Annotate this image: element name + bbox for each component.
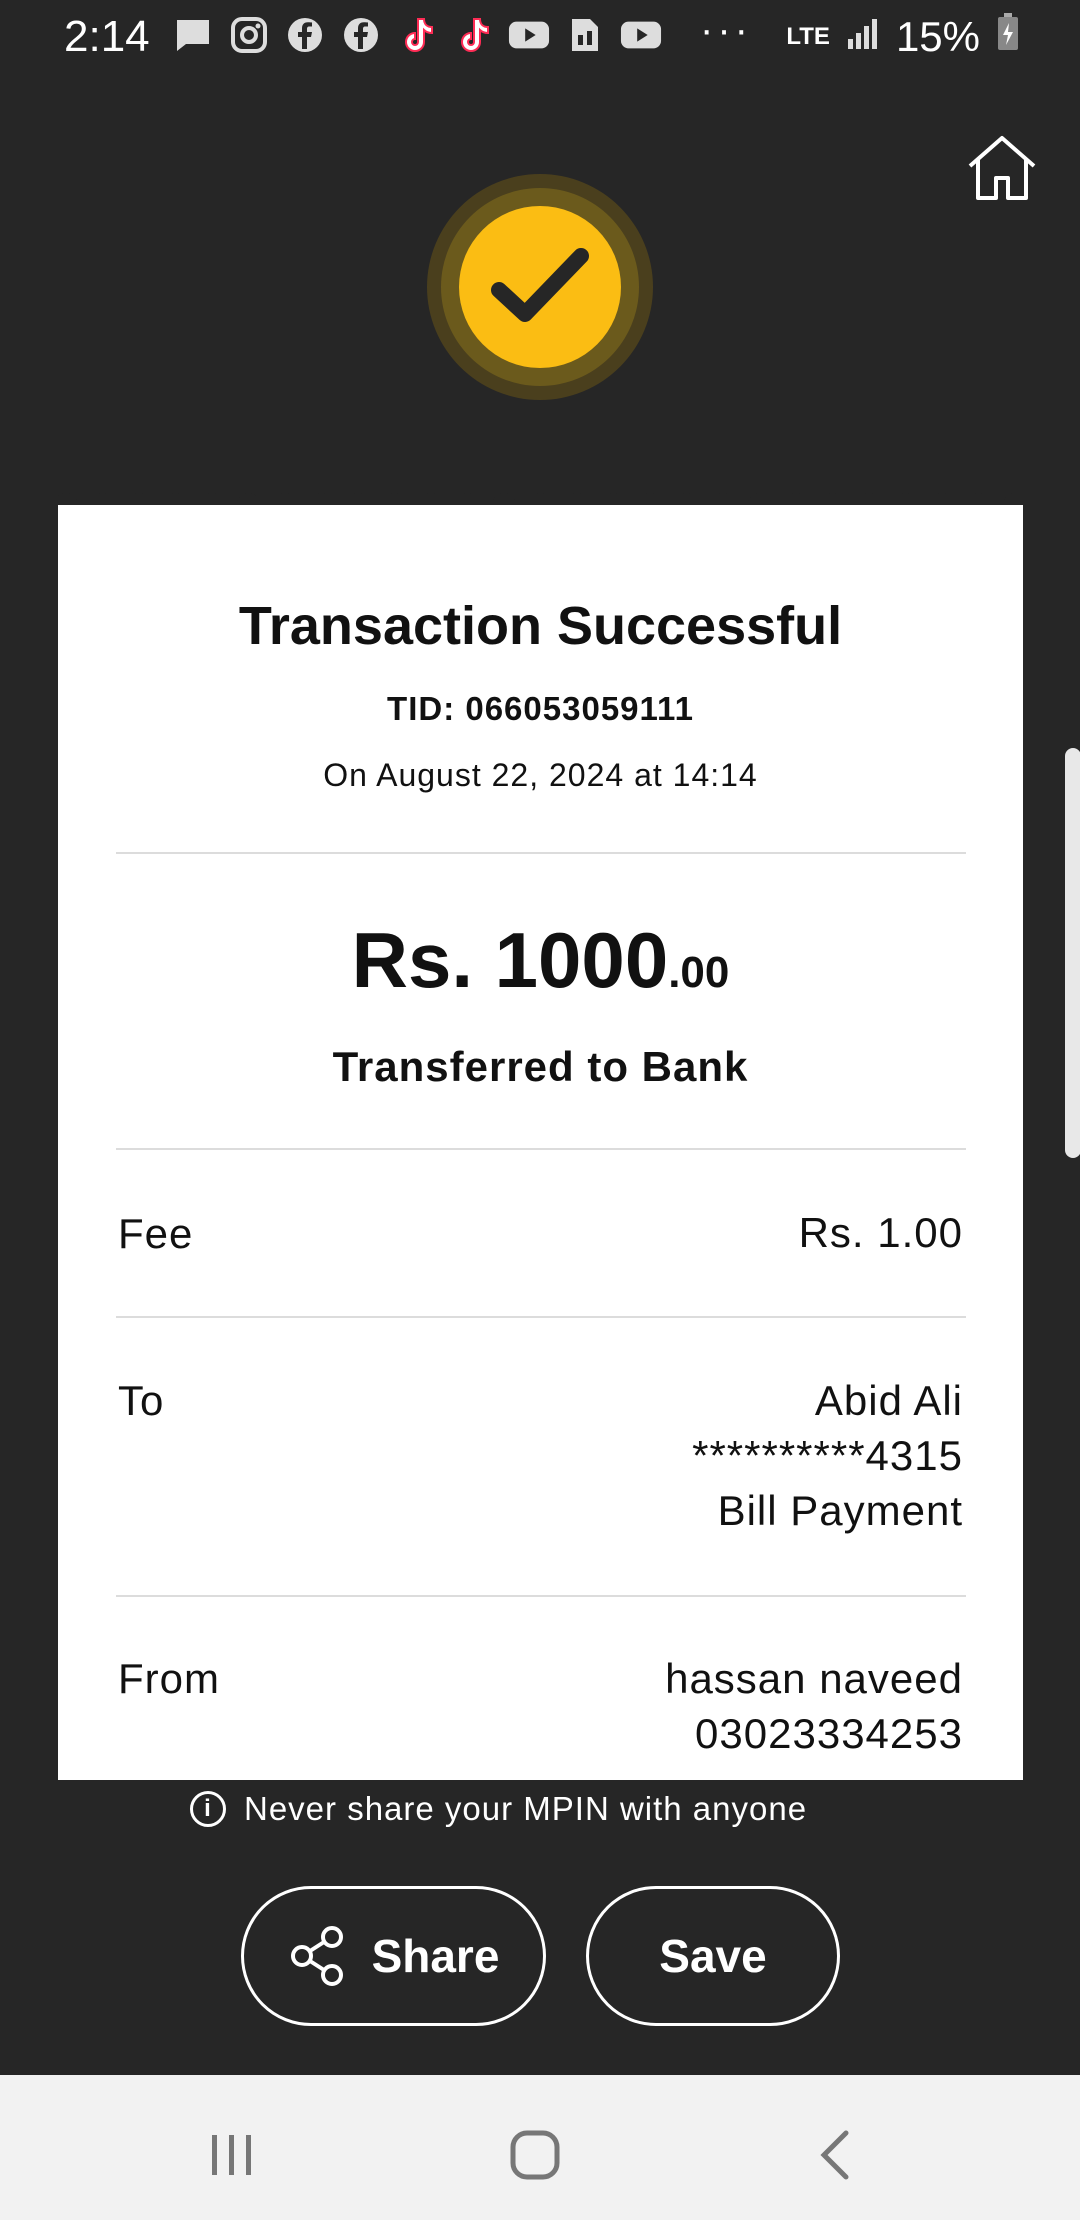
amount-main: Rs. 1000 [351, 916, 669, 1004]
scrollbar[interactable] [1065, 748, 1080, 1158]
divider [116, 1148, 966, 1150]
share-button[interactable]: Share [241, 1886, 546, 2026]
battery-percent: 15% [895, 13, 980, 60]
payment-purpose: Bill Payment [717, 1487, 963, 1534]
facebook-icon [284, 14, 326, 56]
status-right: LTE 15% [786, 12, 1020, 62]
status-time: 2:14 [64, 12, 150, 61]
divider [116, 1316, 966, 1318]
notification-icons [172, 14, 662, 56]
home-nav-button[interactable] [505, 2125, 565, 2185]
share-label: Share [371, 1930, 500, 1982]
recent-apps-button[interactable] [202, 2125, 262, 2185]
recipient-name: Abid Ali [814, 1377, 963, 1424]
home-button[interactable] [964, 130, 1040, 206]
transfer-type: Transferred to Bank [332, 1043, 749, 1090]
sender-number: 03023334253 [695, 1710, 963, 1757]
message-icon [172, 14, 214, 56]
status-bar: 2:14 ··· LTE 15% [0, 0, 1080, 72]
facebook-icon [340, 14, 382, 56]
more-notifications-icon: ··· [700, 8, 752, 52]
sim-icon [564, 14, 606, 56]
info-icon: i [190, 1791, 226, 1827]
fee-value: Rs. 1.00 [798, 1209, 963, 1256]
share-icon [290, 1926, 343, 1986]
transaction-date: On August 22, 2024 at 14:14 [323, 757, 758, 793]
youtube-icon [620, 14, 662, 56]
divider [116, 852, 966, 854]
save-button[interactable]: Save [586, 1886, 840, 2026]
recipient-account: **********4315 [692, 1432, 963, 1479]
youtube-icon [508, 14, 550, 56]
receipt-card: Transaction Successful TID: 066053059111… [58, 505, 1023, 1780]
to-label: To [118, 1377, 165, 1424]
checkmark-icon [491, 248, 589, 322]
amount: Rs. 1000.00 [58, 915, 1023, 1006]
tiktok-icon [452, 14, 494, 56]
sender-name: hassan naveed [665, 1655, 963, 1702]
back-button[interactable] [808, 2125, 868, 2185]
success-badge [459, 206, 621, 368]
system-nav-bar [0, 2075, 1080, 2220]
warning-text: Never share your MPIN with anyone [244, 1790, 808, 1827]
transaction-id: TID: 066053059111 [387, 690, 694, 727]
security-warning: i Never share your MPIN with anyone [190, 1790, 807, 1828]
from-details: hassan naveed 03023334253 [665, 1651, 963, 1761]
from-label: From [118, 1655, 220, 1702]
amount-cents: .00 [668, 948, 730, 997]
instagram-icon [228, 14, 270, 56]
save-label: Save [659, 1930, 767, 1982]
divider [116, 1595, 966, 1597]
to-details: Abid Ali **********4315 Bill Payment [692, 1373, 963, 1538]
fee-label: Fee [118, 1210, 194, 1257]
page-title: Transaction Successful [238, 596, 843, 656]
home-icon [968, 136, 1036, 200]
tiktok-icon [396, 14, 438, 56]
network-type: LTE [786, 23, 830, 50]
battery-icon [996, 12, 1020, 62]
signal-icon [846, 13, 880, 61]
